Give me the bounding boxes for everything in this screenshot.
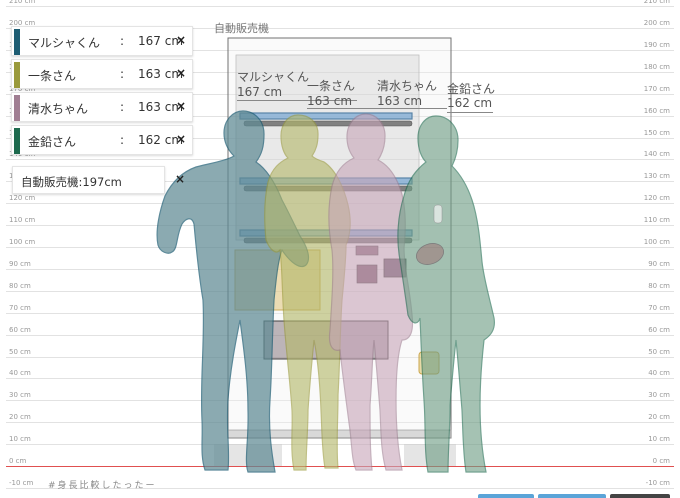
legend-separator: : [120,34,125,48]
legend-item-kanenamari[interactable]: 金鉛さん : 162 cm × [11,125,193,155]
remove-ichijo-button[interactable]: × [176,66,186,80]
footer-hashtag: #身長比較したったー [48,481,157,491]
remove-vending-machine-button[interactable]: × [175,172,185,186]
vending-machine-title: 自動販売機 [214,22,269,35]
legend-separator: : [120,67,125,81]
overlay-height-ichijo: 163 cm [307,94,353,108]
overlay-height-marushya: 167 cm [237,85,283,99]
footer-button-1[interactable] [478,494,534,498]
legend-name: 清水ちゃん [28,102,89,116]
legend-name: 自動販売機:197cm [21,175,122,189]
overlay-name-shimizu: 清水ちゃん [377,79,438,93]
legend-swatch [14,95,20,121]
overlay-name-marushya: マルシャくん [237,70,310,84]
overlay-height-kanenamari: 162 cm [447,96,493,110]
overlay-line-shimizu [377,108,447,109]
remove-kanenamari-button[interactable]: × [176,132,186,146]
remove-marushya-button[interactable]: × [176,33,186,47]
legend-item-marushya[interactable]: マルシャくん : 167 cm × [11,26,193,56]
overlay-line-kanenamari [447,112,493,113]
legend-name: マルシャくん [28,36,101,50]
legend-separator: : [120,133,125,147]
remove-shimizu-button[interactable]: × [176,99,186,113]
legend-swatch [14,62,20,88]
overlay-name-kanenamari: 金鉛さん [447,82,496,96]
footer-button-3[interactable] [610,494,670,498]
legend-separator: : [120,100,125,114]
height-comparison-stage: -10 cm -10 cm 0 cm 0 cm 10 cm 10 cm 20 cm 20 cm… [0,0,680,498]
legend-item-shimizu[interactable]: 清水ちゃん : 163 cm × [11,92,193,122]
legend-item-ichijo[interactable]: 一条さん : 163 cm × [11,59,193,89]
legend-item-vending-machine[interactable]: 自動販売機:197cm × [12,166,185,194]
legend-swatch [14,128,20,154]
footer-button-2[interactable] [538,494,606,498]
legend-name: 一条さん [28,69,77,83]
legend-name: 金鉛さん [28,135,77,149]
legend-swatch [14,29,20,55]
overlay-height-shimizu: 163 cm [377,94,423,108]
overlay-name-ichijo: 一条さん [307,79,356,93]
